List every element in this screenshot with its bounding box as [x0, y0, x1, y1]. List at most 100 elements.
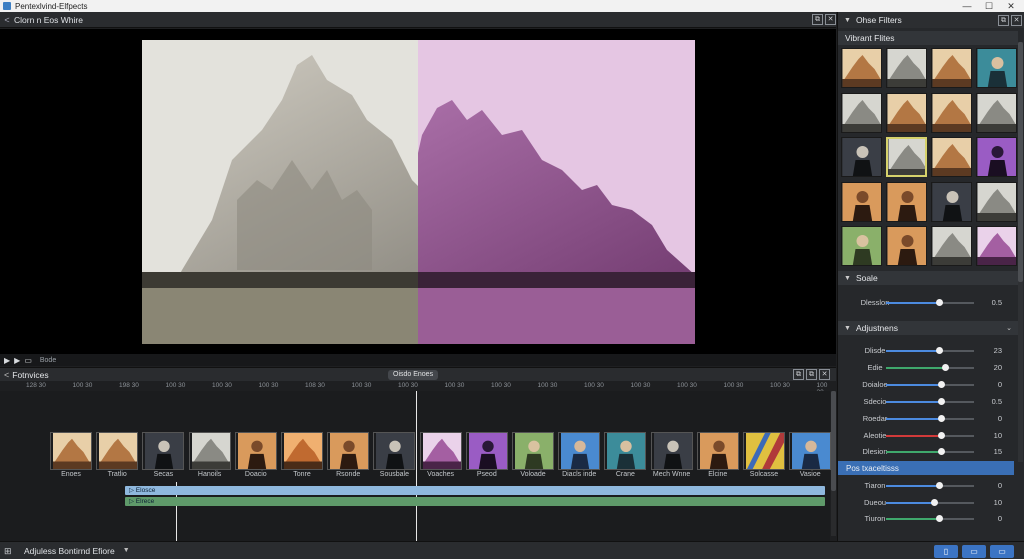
filter-thumbnail[interactable] — [931, 92, 972, 133]
filter-thumbnail[interactable] — [931, 226, 972, 266]
filter-thumbnail[interactable] — [931, 181, 972, 222]
status-button-2[interactable]: ▭ — [962, 545, 986, 558]
preview-viewer — [0, 29, 836, 354]
slider-handle[interactable] — [935, 515, 943, 522]
timeline-clip[interactable] — [789, 432, 832, 470]
timeline-clip[interactable] — [234, 432, 277, 470]
scale-section-header[interactable]: ▼ Soale — [838, 271, 1018, 285]
slider-track[interactable] — [886, 498, 974, 506]
timeline-clip[interactable] — [50, 432, 92, 470]
chevron-down-icon[interactable]: ▼ — [123, 547, 130, 554]
slider-track[interactable] — [886, 397, 974, 405]
status-button-1[interactable]: ▯ — [934, 545, 958, 558]
timeline-clip[interactable] — [327, 432, 370, 470]
frame-icon[interactable]: ▭ — [24, 356, 32, 365]
slider-handle[interactable] — [931, 498, 939, 506]
scroll-thumb[interactable] — [831, 391, 836, 491]
slider-track[interactable] — [886, 299, 974, 306]
playhead[interactable] — [416, 391, 417, 541]
timeline-clip[interactable] — [604, 432, 647, 470]
filter-thumbnail[interactable] — [976, 92, 1017, 133]
filter-thumbnail[interactable] — [841, 137, 882, 177]
filter-thumbnail[interactable] — [841, 48, 882, 88]
timeline-clip[interactable] — [650, 432, 693, 470]
filter-thumbnail[interactable] — [886, 92, 927, 133]
timeline-clip[interactable] — [558, 432, 601, 470]
back-icon[interactable]: < — [0, 15, 14, 25]
filter-thumbnail[interactable] — [931, 137, 972, 177]
timeline-clip[interactable] — [419, 432, 462, 470]
slider-handle[interactable] — [935, 347, 943, 354]
preview-close-button[interactable]: ✕ — [825, 14, 836, 25]
filter-thumbnail[interactable] — [976, 137, 1017, 177]
timeline-ruler[interactable]: 128 30 100 30 198 30 100 30 100 30 100 30 108 … — [0, 381, 874, 396]
filter-thumbnail[interactable] — [931, 48, 972, 88]
filter-thumbnail[interactable] — [841, 181, 882, 222]
timeline-clip[interactable] — [96, 432, 139, 470]
timeline-clip[interactable] — [281, 432, 323, 470]
close-button[interactable]: ✕ — [1000, 0, 1022, 12]
timeline-clip[interactable] — [696, 432, 739, 470]
timeline-btn-1[interactable]: ⧉ — [793, 369, 804, 380]
timeline-close-button[interactable]: ✕ — [819, 369, 830, 380]
timeline-clip[interactable] — [188, 432, 231, 470]
slider-handle[interactable] — [935, 482, 943, 489]
adjustments-section-header[interactable]: ▼ Adjustnens ⌄ — [838, 321, 1018, 335]
filter-thumbnail[interactable] — [886, 181, 927, 222]
status-text: Adjuless Bontirnd Efiore — [24, 545, 115, 556]
slider-track[interactable] — [886, 363, 974, 371]
slider-handle[interactable] — [938, 448, 946, 456]
preview-popout-button[interactable]: ⧉ — [812, 14, 823, 25]
clip-label: Hanoils — [197, 471, 222, 478]
slider-track[interactable] — [886, 380, 974, 388]
minimize-button[interactable]: — — [956, 0, 978, 12]
preview-title: Clorn n Eos Whire — [14, 14, 83, 25]
slider-track[interactable] — [886, 347, 974, 354]
slider-handle[interactable] — [938, 380, 946, 388]
chevron-down-icon[interactable]: ⌄ — [1006, 324, 1012, 332]
audio-lane-1[interactable]: ▷ Elosce — [125, 486, 825, 495]
timeline-tag[interactable]: Oisdo Enoes — [388, 370, 439, 380]
filter-thumbnail[interactable] — [886, 137, 927, 177]
filter-thumbnail[interactable] — [841, 226, 882, 266]
panel-close-button[interactable]: ✕ — [1011, 15, 1022, 26]
slider-handle[interactable] — [938, 431, 946, 439]
collapse-icon[interactable]: ▼ — [844, 275, 851, 282]
timeline-clip[interactable] — [465, 432, 508, 470]
collapse-icon[interactable]: ▼ — [844, 17, 851, 24]
maximize-button[interactable]: ☐ — [978, 0, 1000, 12]
timeline-clip[interactable] — [743, 432, 785, 470]
status-button-3[interactable]: ▭ — [990, 545, 1014, 558]
play-icon[interactable]: ▶ — [4, 356, 10, 365]
slider-track[interactable] — [886, 482, 974, 489]
timeline-clip[interactable] — [512, 432, 554, 470]
timeline-clip[interactable] — [373, 432, 416, 470]
audio-lane-2[interactable]: ▷ Elrece — [125, 497, 825, 506]
presets-highlight-bar[interactable]: Pos txaceltisss — [838, 461, 1014, 475]
filter-thumbnail[interactable] — [886, 48, 927, 88]
grid-icon[interactable]: ⊞ — [4, 546, 14, 556]
filter-thumbnail[interactable] — [976, 48, 1017, 88]
slider-track[interactable] — [886, 431, 974, 439]
next-frame-icon[interactable]: ▶ — [14, 356, 20, 365]
slider-handle[interactable] — [938, 414, 946, 422]
slider-track[interactable] — [886, 414, 974, 422]
panel-scrollbar[interactable] — [1018, 42, 1023, 462]
timeline-tracks[interactable]: ▷ Elosce ▷ Elrece Enoes Tratlio Secas Hanoi… — [0, 391, 832, 541]
timeline-back-icon[interactable]: < — [4, 370, 9, 380]
slider-track[interactable] — [886, 448, 974, 456]
panel-popout-button[interactable]: ⧉ — [998, 15, 1009, 26]
scroll-thumb[interactable] — [1018, 42, 1023, 282]
collapse-icon[interactable]: ▼ — [844, 325, 851, 332]
timeline-scrollbar[interactable] — [831, 391, 836, 536]
slider-handle[interactable] — [941, 363, 949, 371]
slider-track[interactable] — [886, 515, 974, 522]
filter-thumbnail[interactable] — [886, 226, 927, 266]
slider-handle[interactable] — [935, 299, 943, 306]
timeline-btn-2[interactable]: ⧉ — [806, 369, 817, 380]
slider-handle[interactable] — [938, 397, 946, 405]
filter-thumbnail[interactable] — [841, 92, 882, 133]
filter-thumbnail[interactable] — [976, 181, 1017, 222]
filter-thumbnail[interactable] — [976, 226, 1017, 266]
timeline-clip[interactable] — [142, 432, 185, 470]
